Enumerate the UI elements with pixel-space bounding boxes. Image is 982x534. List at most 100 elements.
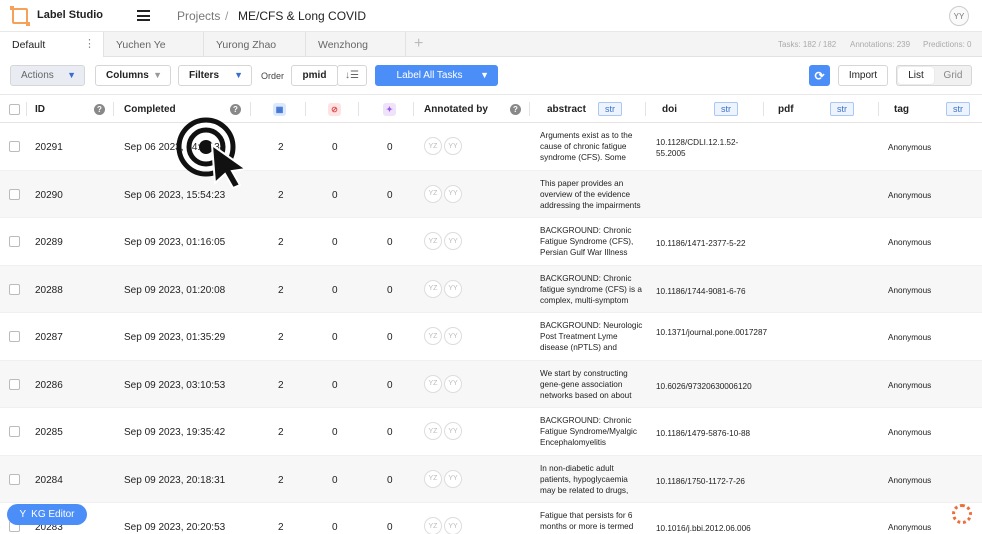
cancelled-annotations-icon[interactable]: ⊘: [328, 102, 341, 116]
abstract-text: BACKGROUND: Neurologic Post Treatment Ly…: [540, 321, 643, 352]
breadcrumb-projects[interactable]: Projects: [177, 9, 220, 23]
total-annotations-icon[interactable]: ▦: [273, 102, 286, 116]
row-checkbox[interactable]: [9, 283, 20, 295]
hamburger-menu-icon[interactable]: [137, 10, 150, 21]
total-predictions: 0: [387, 379, 393, 391]
tab-label: Wenzhong: [318, 38, 369, 51]
user-avatar[interactable]: YY: [949, 6, 969, 26]
total-predictions: 0: [387, 474, 393, 486]
annotator-avatar: YZ: [424, 422, 442, 440]
row-checkbox[interactable]: [9, 141, 20, 152]
table-row[interactable]: 20284 Sep 09 2023, 20:18:31 2 0 0 YZ YY I…: [0, 455, 982, 503]
column-id[interactable]: ID: [35, 95, 45, 123]
tag-text: Anonymous: [888, 333, 932, 342]
table-row[interactable]: 20288 Sep 09 2023, 01:20:08 2 0 0 YZ YY B…: [0, 265, 982, 313]
table-header: ID ? Completed ? ▦ ⊘ ✦ Annotated by ? ab…: [0, 95, 982, 123]
doi-text: 10.1186/1750-1172-7-26: [656, 476, 745, 486]
doi-text: 10.1128/CDLI.12.1.52-55.2005: [656, 138, 739, 158]
import-button[interactable]: Import: [838, 65, 888, 86]
table-row[interactable]: 20291 Sep 06 2023, 14:54:38 2 0 0 YZ YY A…: [0, 123, 982, 171]
filters-button[interactable]: Filters ▼: [178, 65, 252, 86]
table-row[interactable]: 20283 Sep 09 2023, 20:20:53 2 0 0 YZ YY F…: [0, 503, 982, 534]
predictions-icon[interactable]: ✦: [383, 102, 396, 116]
tag-text: Anonymous: [888, 285, 932, 295]
type-badge: str: [714, 102, 738, 116]
label-studio-logo-icon[interactable]: [10, 6, 30, 26]
tab-default[interactable]: Default ⋮: [0, 32, 104, 57]
total-predictions: 0: [387, 522, 393, 533]
table-row[interactable]: 20289 Sep 09 2023, 01:16:05 2 0 0 YZ YY B…: [0, 218, 982, 266]
abstract-text: BACKGROUND: Chronic Fatigue Syndrome (CF…: [540, 226, 634, 257]
abstract-text: BACKGROUND: Chronic Fatigue Syndrome/Mya…: [540, 416, 637, 447]
row-checkbox[interactable]: [9, 426, 20, 437]
column-tag[interactable]: tag: [894, 95, 909, 123]
task-id: 20284: [35, 474, 63, 486]
total-predictions: 0: [387, 142, 393, 153]
help-icon[interactable]: ?: [230, 103, 241, 115]
column-abstract[interactable]: abstract: [547, 95, 586, 123]
total-annotations: 2: [278, 284, 284, 296]
completed-date: Sep 09 2023, 20:18:31: [124, 474, 226, 486]
total-annotations: 2: [278, 379, 284, 391]
task-id: 20285: [35, 427, 63, 438]
kg-editor-button[interactable]: Y KG Editor: [7, 504, 87, 525]
tab-label: Yurong Zhao: [216, 38, 277, 51]
table-row[interactable]: 20287 Sep 09 2023, 01:35:29 2 0 0 YZ YY B…: [0, 313, 982, 361]
abstract-text: BACKGROUND: Chronic fatigue syndrome (CF…: [540, 273, 642, 305]
annotator-avatar: YZ: [424, 469, 442, 488]
help-icon[interactable]: ?: [510, 103, 521, 115]
breadcrumb-separator: /: [225, 9, 229, 23]
chevron-down-icon[interactable]: ▼: [480, 70, 489, 80]
tasks-count: Tasks: 182 / 182: [778, 40, 837, 49]
table-row[interactable]: 20290 Sep 06 2023, 15:54:23 2 0 0 YZ YY T…: [0, 170, 982, 218]
tag-text: Anonymous: [888, 143, 932, 152]
actions-button[interactable]: Actions ▼: [10, 65, 85, 86]
sort-direction-icon[interactable]: ↓☰: [337, 65, 367, 86]
filters-label: Filters: [189, 70, 220, 81]
top-bar: Label Studio Projects / ME/CFS & Long CO…: [0, 0, 982, 32]
row-checkbox[interactable]: [9, 331, 20, 342]
abstract-text: Arguments exist as to the cause of chron…: [540, 131, 633, 162]
help-icon[interactable]: ?: [94, 103, 105, 115]
tab-menu-icon[interactable]: ⋮: [84, 37, 95, 50]
loading-spinner-icon: [952, 504, 972, 524]
add-tab-icon[interactable]: +: [414, 35, 423, 53]
column-pdf[interactable]: pdf: [778, 95, 794, 123]
total-predictions: 0: [387, 332, 393, 343]
total-annotations: 2: [278, 474, 284, 486]
breadcrumb-project[interactable]: ME/CFS & Long COVID: [238, 9, 366, 23]
tab-yurong-zhao[interactable]: Yurong Zhao: [204, 32, 306, 57]
annotator-avatar: YZ: [424, 517, 442, 534]
label-all-tasks-button[interactable]: Label All Tasks ▼: [375, 65, 498, 86]
row-checkbox[interactable]: [9, 188, 20, 200]
app-name[interactable]: Label Studio: [37, 9, 103, 21]
tag-text: Anonymous: [888, 190, 932, 200]
tab-wenzhong[interactable]: Wenzhong: [306, 32, 406, 57]
list-view-button[interactable]: List: [898, 67, 934, 84]
row-checkbox[interactable]: [9, 236, 20, 247]
annotator-avatar: YZ: [424, 327, 442, 345]
columns-button[interactable]: Columns ▼: [95, 65, 171, 86]
row-checkbox[interactable]: [9, 473, 20, 485]
tab-yuchen-ye[interactable]: Yuchen Ye: [104, 32, 204, 57]
table-row[interactable]: 20286 Sep 09 2023, 03:10:53 2 0 0 YZ YY W…: [0, 360, 982, 408]
type-badge: str: [598, 102, 622, 116]
total-annotations: 2: [278, 332, 284, 343]
chevron-down-icon: ▼: [67, 70, 76, 80]
annotator-avatar: YY: [444, 232, 462, 250]
completed-date: Sep 09 2023, 19:35:42: [124, 427, 226, 438]
annotator-avatar: YZ: [424, 184, 442, 203]
table-row[interactable]: 20285 Sep 09 2023, 19:35:42 2 0 0 YZ YY B…: [0, 408, 982, 456]
task-id: 20290: [35, 189, 63, 201]
select-all-checkbox[interactable]: [9, 103, 20, 115]
column-doi[interactable]: doi: [662, 95, 677, 123]
annotator-avatar: YZ: [424, 374, 442, 393]
order-label: Order: [261, 71, 285, 81]
column-completed[interactable]: Completed: [124, 95, 176, 123]
refresh-icon[interactable]: ⟳: [809, 65, 830, 86]
row-checkbox[interactable]: [9, 378, 20, 390]
order-field-select[interactable]: pmid: [291, 65, 338, 86]
grid-view-button[interactable]: Grid: [935, 66, 971, 85]
column-annotated-by[interactable]: Annotated by: [424, 95, 488, 123]
completed-date: Sep 09 2023, 20:20:53: [124, 522, 226, 533]
